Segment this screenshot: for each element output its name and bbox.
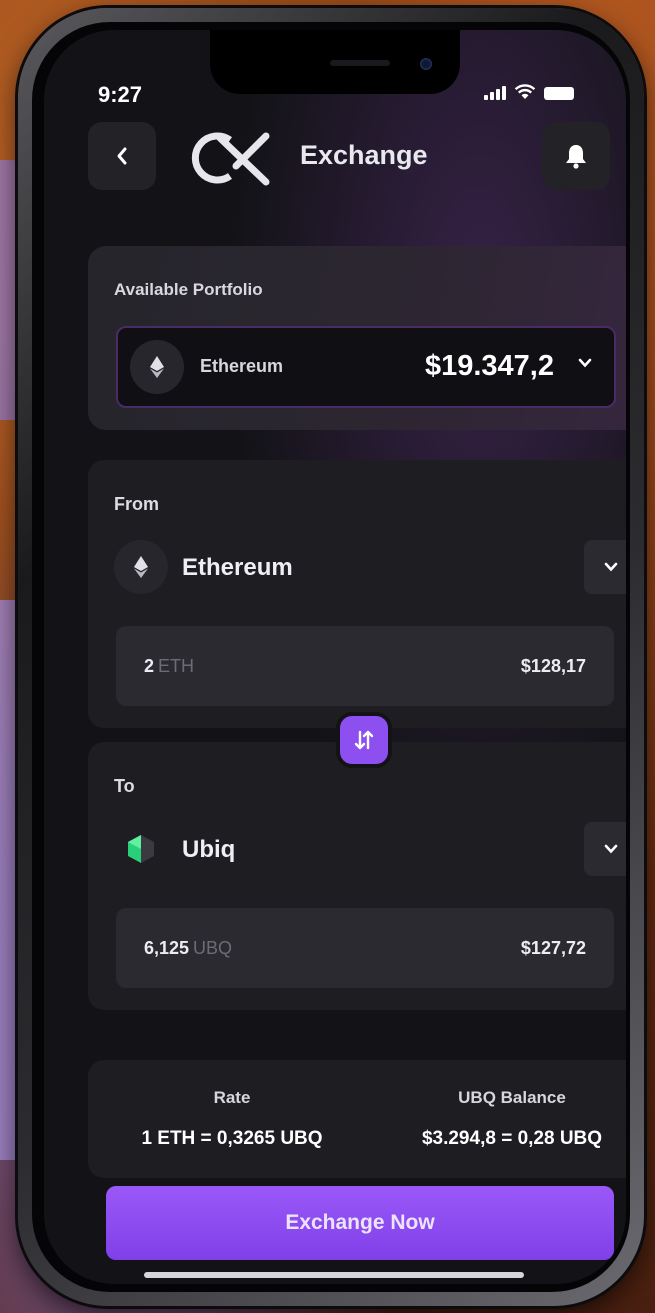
status-time: 9:27 bbox=[98, 82, 143, 107]
status-icons bbox=[484, 84, 574, 100]
rate-column: Rate 1 ETH = 0,3265 UBQ bbox=[102, 1088, 362, 1150]
chevron-down-icon bbox=[578, 358, 592, 368]
exchange-now-button[interactable]: Exchange Now bbox=[106, 1186, 614, 1260]
bell-icon bbox=[566, 145, 586, 169]
from-coin-dropdown[interactable] bbox=[584, 540, 626, 594]
ethereum-icon bbox=[130, 340, 184, 394]
swap-arrows-icon bbox=[354, 730, 374, 750]
camera bbox=[420, 58, 432, 70]
from-label: From bbox=[114, 494, 159, 514]
home-indicator bbox=[144, 1272, 524, 1278]
notifications-button[interactable] bbox=[542, 122, 610, 190]
chevron-down-icon bbox=[604, 562, 618, 572]
balance-value: $3.294,8 = 0,28 UBQ bbox=[421, 1128, 603, 1149]
from-amount: 2 ETH bbox=[144, 656, 194, 677]
from-amount-unit: ETH bbox=[158, 656, 195, 676]
chevron-down-icon bbox=[604, 844, 618, 854]
to-amount-input[interactable]: 6,125 UBQ $127,72 bbox=[116, 908, 614, 988]
portfolio-asset: Ethereum bbox=[200, 356, 284, 376]
ethereum-icon bbox=[114, 540, 168, 594]
portfolio-select[interactable]: Ethereum $19.347,2 bbox=[116, 326, 616, 408]
rate-value: 1 ETH = 0,3265 UBQ bbox=[141, 1128, 323, 1149]
to-label: To bbox=[114, 776, 135, 796]
battery-icon bbox=[544, 87, 574, 100]
notch bbox=[210, 30, 460, 94]
to-coin-name: Ubiq bbox=[182, 836, 236, 863]
signal-icon bbox=[484, 84, 506, 100]
rate-label: Rate bbox=[213, 1088, 251, 1107]
wifi-icon bbox=[514, 84, 536, 99]
phone-frame: 9:27 Exchange Available Portfolio Ethere… bbox=[18, 8, 644, 1306]
portfolio-label: Available Portfolio bbox=[114, 280, 263, 299]
balance-column: UBQ Balance $3.294,8 = 0,28 UBQ bbox=[382, 1088, 626, 1150]
from-usd-value: $128,17 bbox=[520, 656, 586, 676]
page-title: Exchange bbox=[300, 140, 428, 170]
swap-direction-button[interactable] bbox=[340, 716, 388, 764]
from-card: From Ethereum 2 ETH $128,17 bbox=[88, 460, 626, 728]
rate-card: Rate 1 ETH = 0,3265 UBQ UBQ Balance $3.2… bbox=[88, 1060, 626, 1178]
portfolio-card: Available Portfolio Ethereum $19.347,2 bbox=[88, 246, 626, 430]
speaker bbox=[330, 60, 390, 66]
back-button[interactable] bbox=[88, 122, 156, 190]
portfolio-value: $19.347,2 bbox=[424, 350, 554, 382]
brand-logo-icon bbox=[191, 132, 270, 186]
from-amount-number: 2 bbox=[144, 656, 155, 676]
to-amount-unit: UBQ bbox=[193, 938, 233, 958]
to-amount: 6,125 UBQ bbox=[144, 938, 232, 959]
to-coin-dropdown[interactable] bbox=[584, 822, 626, 876]
balance-label: UBQ Balance bbox=[458, 1088, 566, 1107]
app-screen: 9:27 Exchange Available Portfolio Ethere… bbox=[44, 30, 626, 1284]
back-chevron-icon bbox=[117, 147, 127, 165]
to-amount-number: 6,125 bbox=[144, 938, 190, 958]
to-usd-value: $127,72 bbox=[520, 938, 586, 958]
ubiq-icon bbox=[114, 822, 168, 876]
from-coin-name: Ethereum bbox=[182, 554, 293, 581]
to-card: To Ubiq 6,125 UBQ $127,72 bbox=[88, 742, 626, 1010]
from-amount-input[interactable]: 2 ETH $128,17 bbox=[116, 626, 614, 706]
